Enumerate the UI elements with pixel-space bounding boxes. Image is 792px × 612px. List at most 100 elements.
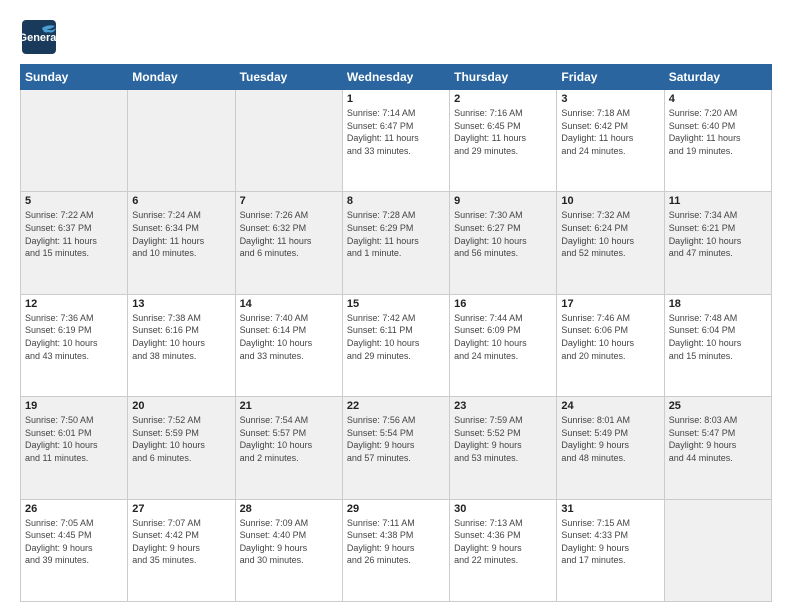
day-number: 17 bbox=[561, 298, 659, 310]
calendar-cell: 2 Sunrise: 7:16 AM Sunset: 6:45 PM Daylig… bbox=[450, 90, 557, 192]
calendar-cell: 8 Sunrise: 7:28 AM Sunset: 6:29 PM Daylig… bbox=[342, 192, 449, 294]
calendar-cell: 9 Sunrise: 7:30 AM Sunset: 6:27 PM Daylig… bbox=[450, 192, 557, 294]
day-info: Sunrise: 7:38 AM Sunset: 6:16 PM Dayligh… bbox=[132, 312, 230, 362]
day-number: 3 bbox=[561, 93, 659, 105]
calendar-cell: 17 Sunrise: 7:46 AM Sunset: 6:06 PM Dayli… bbox=[557, 294, 664, 396]
calendar-week-4: 19Sunrise: 7:50 AM Sunset: 6:01 PM Dayli… bbox=[21, 397, 772, 499]
calendar-cell: 28 Sunrise: 7:09 AM Sunset: 4:40 PM Dayli… bbox=[235, 499, 342, 601]
day-info: Sunrise: 7:22 AM Sunset: 6:37 PM Dayligh… bbox=[25, 209, 123, 259]
day-info: Sunrise: 7:36 AM Sunset: 6:19 PM Dayligh… bbox=[25, 312, 123, 362]
calendar-cell: 5Sunrise: 7:22 AM Sunset: 6:37 PM Daylig… bbox=[21, 192, 128, 294]
day-number: 14 bbox=[240, 298, 338, 310]
calendar-week-2: 5Sunrise: 7:22 AM Sunset: 6:37 PM Daylig… bbox=[21, 192, 772, 294]
header: General bbox=[20, 18, 772, 56]
day-header-wednesday: Wednesday bbox=[342, 65, 449, 90]
calendar-cell bbox=[235, 90, 342, 192]
day-info: Sunrise: 7:50 AM Sunset: 6:01 PM Dayligh… bbox=[25, 414, 123, 464]
calendar-cell bbox=[21, 90, 128, 192]
calendar-cell: 26 Sunrise: 7:05 AM Sunset: 4:45 PM Dayli… bbox=[21, 499, 128, 601]
day-info: Sunrise: 8:03 AM Sunset: 5:47 PM Dayligh… bbox=[669, 414, 767, 464]
day-number: 21 bbox=[240, 400, 338, 412]
day-info: Sunrise: 7:54 AM Sunset: 5:57 PM Dayligh… bbox=[240, 414, 338, 464]
calendar-cell: 1 Sunrise: 7:14 AM Sunset: 6:47 PM Daylig… bbox=[342, 90, 449, 192]
day-number: 24 bbox=[561, 400, 659, 412]
day-number: 1 bbox=[347, 93, 445, 105]
calendar-cell: 11Sunrise: 7:34 AM Sunset: 6:21 PM Dayli… bbox=[664, 192, 771, 294]
logo: General bbox=[20, 18, 62, 56]
calendar-cell bbox=[664, 499, 771, 601]
day-number: 8 bbox=[347, 195, 445, 207]
day-info: Sunrise: 7:16 AM Sunset: 6:45 PM Dayligh… bbox=[454, 107, 552, 157]
day-info: Sunrise: 7:18 AM Sunset: 6:42 PM Dayligh… bbox=[561, 107, 659, 157]
calendar-week-5: 26 Sunrise: 7:05 AM Sunset: 4:45 PM Dayli… bbox=[21, 499, 772, 601]
day-number: 13 bbox=[132, 298, 230, 310]
calendar-cell: 3 Sunrise: 7:18 AM Sunset: 6:42 PM Daylig… bbox=[557, 90, 664, 192]
day-number: 7 bbox=[240, 195, 338, 207]
calendar-cell: 12 Sunrise: 7:36 AM Sunset: 6:19 PM Dayli… bbox=[21, 294, 128, 396]
logo-icon: General bbox=[20, 18, 58, 56]
day-info: Sunrise: 7:15 AM Sunset: 4:33 PM Dayligh… bbox=[561, 517, 659, 567]
day-info: Sunrise: 7:11 AM Sunset: 4:38 PM Dayligh… bbox=[347, 517, 445, 567]
calendar-cell: 25 Sunrise: 8:03 AM Sunset: 5:47 PM Dayli… bbox=[664, 397, 771, 499]
day-header-tuesday: Tuesday bbox=[235, 65, 342, 90]
day-info: Sunrise: 7:13 AM Sunset: 4:36 PM Dayligh… bbox=[454, 517, 552, 567]
day-info: Sunrise: 8:01 AM Sunset: 5:49 PM Dayligh… bbox=[561, 414, 659, 464]
day-info: Sunrise: 7:46 AM Sunset: 6:06 PM Dayligh… bbox=[561, 312, 659, 362]
day-number: 20 bbox=[132, 400, 230, 412]
calendar-cell: 18Sunrise: 7:48 AM Sunset: 6:04 PM Dayli… bbox=[664, 294, 771, 396]
day-number: 18 bbox=[669, 298, 767, 310]
day-number: 16 bbox=[454, 298, 552, 310]
calendar-week-3: 12 Sunrise: 7:36 AM Sunset: 6:19 PM Dayli… bbox=[21, 294, 772, 396]
day-number: 27 bbox=[132, 503, 230, 515]
calendar-header-row: SundayMondayTuesdayWednesdayThursdayFrid… bbox=[21, 65, 772, 90]
day-number: 10 bbox=[561, 195, 659, 207]
day-info: Sunrise: 7:34 AM Sunset: 6:21 PM Dayligh… bbox=[669, 209, 767, 259]
calendar-cell: 27 Sunrise: 7:07 AM Sunset: 4:42 PM Dayli… bbox=[128, 499, 235, 601]
day-header-saturday: Saturday bbox=[664, 65, 771, 90]
day-number: 29 bbox=[347, 503, 445, 515]
calendar-cell: 24 Sunrise: 8:01 AM Sunset: 5:49 PM Dayli… bbox=[557, 397, 664, 499]
day-number: 28 bbox=[240, 503, 338, 515]
day-info: Sunrise: 7:32 AM Sunset: 6:24 PM Dayligh… bbox=[561, 209, 659, 259]
calendar-cell: 30 Sunrise: 7:13 AM Sunset: 4:36 PM Dayli… bbox=[450, 499, 557, 601]
calendar-cell: 22Sunrise: 7:56 AM Sunset: 5:54 PM Dayli… bbox=[342, 397, 449, 499]
calendar-cell: 31 Sunrise: 7:15 AM Sunset: 4:33 PM Dayli… bbox=[557, 499, 664, 601]
calendar-cell: 7 Sunrise: 7:26 AM Sunset: 6:32 PM Daylig… bbox=[235, 192, 342, 294]
day-number: 9 bbox=[454, 195, 552, 207]
day-info: Sunrise: 7:30 AM Sunset: 6:27 PM Dayligh… bbox=[454, 209, 552, 259]
day-number: 12 bbox=[25, 298, 123, 310]
day-number: 26 bbox=[25, 503, 123, 515]
day-info: Sunrise: 7:05 AM Sunset: 4:45 PM Dayligh… bbox=[25, 517, 123, 567]
page: General SundayMondayTuesdayWednesdayThur… bbox=[0, 0, 792, 612]
day-number: 23 bbox=[454, 400, 552, 412]
day-number: 25 bbox=[669, 400, 767, 412]
day-number: 4 bbox=[669, 93, 767, 105]
day-info: Sunrise: 7:28 AM Sunset: 6:29 PM Dayligh… bbox=[347, 209, 445, 259]
day-header-sunday: Sunday bbox=[21, 65, 128, 90]
day-info: Sunrise: 7:14 AM Sunset: 6:47 PM Dayligh… bbox=[347, 107, 445, 157]
calendar-cell bbox=[128, 90, 235, 192]
day-info: Sunrise: 7:09 AM Sunset: 4:40 PM Dayligh… bbox=[240, 517, 338, 567]
calendar-cell: 20Sunrise: 7:52 AM Sunset: 5:59 PM Dayli… bbox=[128, 397, 235, 499]
calendar-cell: 19Sunrise: 7:50 AM Sunset: 6:01 PM Dayli… bbox=[21, 397, 128, 499]
day-info: Sunrise: 7:40 AM Sunset: 6:14 PM Dayligh… bbox=[240, 312, 338, 362]
day-info: Sunrise: 7:26 AM Sunset: 6:32 PM Dayligh… bbox=[240, 209, 338, 259]
day-number: 2 bbox=[454, 93, 552, 105]
day-number: 30 bbox=[454, 503, 552, 515]
svg-text:General: General bbox=[20, 32, 58, 44]
day-info: Sunrise: 7:59 AM Sunset: 5:52 PM Dayligh… bbox=[454, 414, 552, 464]
day-info: Sunrise: 7:44 AM Sunset: 6:09 PM Dayligh… bbox=[454, 312, 552, 362]
calendar-cell: 21 Sunrise: 7:54 AM Sunset: 5:57 PM Dayli… bbox=[235, 397, 342, 499]
calendar-cell: 23 Sunrise: 7:59 AM Sunset: 5:52 PM Dayli… bbox=[450, 397, 557, 499]
day-header-friday: Friday bbox=[557, 65, 664, 90]
day-number: 31 bbox=[561, 503, 659, 515]
calendar-cell: 15Sunrise: 7:42 AM Sunset: 6:11 PM Dayli… bbox=[342, 294, 449, 396]
day-header-thursday: Thursday bbox=[450, 65, 557, 90]
day-header-monday: Monday bbox=[128, 65, 235, 90]
calendar-cell: 4Sunrise: 7:20 AM Sunset: 6:40 PM Daylig… bbox=[664, 90, 771, 192]
calendar-cell: 16 Sunrise: 7:44 AM Sunset: 6:09 PM Dayli… bbox=[450, 294, 557, 396]
day-info: Sunrise: 7:07 AM Sunset: 4:42 PM Dayligh… bbox=[132, 517, 230, 567]
day-info: Sunrise: 7:24 AM Sunset: 6:34 PM Dayligh… bbox=[132, 209, 230, 259]
calendar-cell: 14 Sunrise: 7:40 AM Sunset: 6:14 PM Dayli… bbox=[235, 294, 342, 396]
calendar-week-1: 1 Sunrise: 7:14 AM Sunset: 6:47 PM Daylig… bbox=[21, 90, 772, 192]
